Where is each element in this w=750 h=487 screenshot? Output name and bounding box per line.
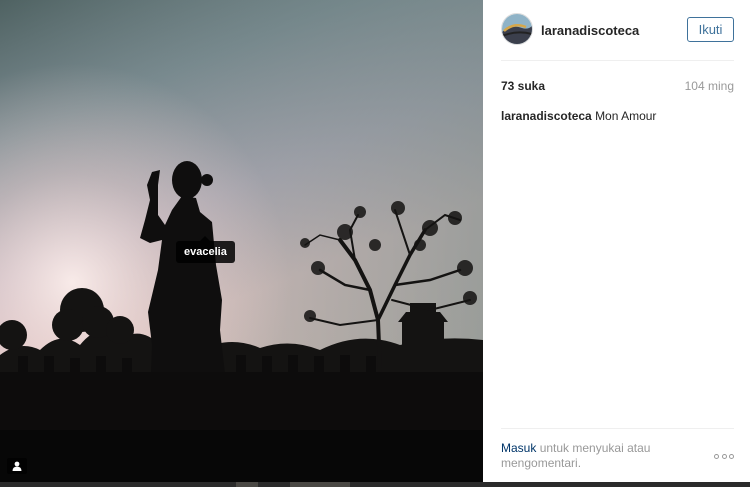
post-photo[interactable]: evacelia [0,0,483,487]
likes-count[interactable]: 73 suka [501,79,545,93]
more-options-icon [714,453,734,459]
author-avatar[interactable] [501,13,533,45]
follow-button[interactable]: Ikuti [687,17,734,42]
silhouette-photo-image [0,0,483,487]
caption-text: Mon Amour [595,109,657,123]
user-tag-label[interactable]: evacelia [176,236,235,263]
avatar-image [502,14,532,44]
post-age[interactable]: 104 ming [685,79,734,93]
more-options-button[interactable] [714,452,734,460]
post-sidebar: laranadiscoteca Ikuti 73 suka 104 ming l… [483,0,750,482]
caption-username[interactable]: laranadiscoteca [501,109,592,123]
likes-row: 73 suka 104 ming [501,79,734,95]
post-caption: laranadiscoteca Mon Amour [501,109,734,123]
user-tag-button[interactable] [7,458,27,474]
login-prompt: Masuk untuk menyukai atau mengomentari. [501,441,661,471]
post-footer: Masuk untuk menyukai atau mengomentari. [501,428,734,483]
author-username[interactable]: laranadiscoteca [541,23,639,38]
user-tag-icon [12,461,22,471]
login-link[interactable]: Masuk [501,441,536,455]
post-header: laranadiscoteca Ikuti [501,13,734,61]
